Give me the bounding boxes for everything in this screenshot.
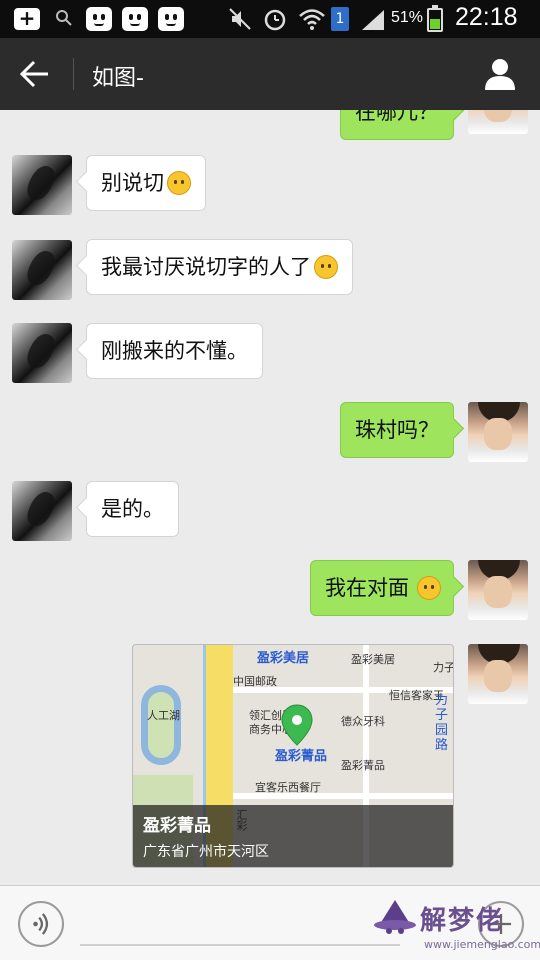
map-label: 中国邮政	[233, 675, 277, 688]
message-text: 我在对面	[325, 576, 409, 600]
message-text: 别说切	[101, 171, 164, 195]
location-address: 广东省广州市天河区	[143, 844, 269, 860]
message-bubble[interactable]: 别说切	[86, 155, 206, 211]
battery-percent: 51%	[391, 9, 424, 26]
avatar[interactable]	[468, 402, 528, 462]
avatar[interactable]	[12, 155, 72, 215]
message-bubble[interactable]: 是的。	[86, 481, 179, 537]
message-text: 珠村吗？	[355, 418, 439, 442]
location-message[interactable]: 盈彩美居 盈彩美居 力子 中国邮政 恒信客家王 人工湖 领汇创展 商务中心 德众…	[132, 644, 454, 868]
message-text: 在哪儿？	[355, 110, 439, 124]
robot-face-icon	[158, 7, 184, 31]
avatar[interactable]	[12, 481, 72, 541]
arrow-left-icon[interactable]	[16, 56, 56, 92]
map-lake	[141, 685, 181, 765]
person-icon[interactable]	[482, 56, 518, 92]
message-input[interactable]	[80, 904, 400, 946]
map-label: 盈彩菁品	[341, 759, 385, 772]
map-label: 力子园路	[435, 693, 449, 753]
map-label: 德众牙科	[341, 715, 385, 728]
map-label: 力子	[433, 661, 454, 674]
status-bar: + 1 51% 22:18	[0, 0, 540, 38]
map-label: 人工湖	[147, 709, 180, 722]
add-icon: +	[14, 8, 40, 30]
message-bubble[interactable]: 我在对面	[310, 560, 454, 616]
voice-icon[interactable]	[18, 901, 64, 947]
map-label: 盈彩菁品	[275, 749, 328, 764]
message-bubble[interactable]: 在哪儿？	[340, 110, 454, 140]
message-bubble[interactable]: 刚搬来的不懂。	[86, 323, 263, 379]
avatar[interactable]	[12, 240, 72, 300]
search-icon	[56, 10, 72, 26]
clock: 22:18	[455, 3, 518, 31]
plus-icon[interactable]	[478, 901, 524, 947]
map-label: 盈彩美居	[351, 653, 395, 666]
title-divider	[73, 58, 74, 90]
message-bubble[interactable]: 我最讨厌说切字的人了	[86, 239, 353, 295]
laugh-cry-emoji-icon	[417, 576, 441, 600]
map-label: 宜客乐西餐厅	[255, 781, 321, 794]
wifi-icon	[299, 9, 325, 30]
location-pin-icon	[281, 704, 313, 746]
title-bar: 如图-	[0, 38, 540, 110]
location-info: 盈彩菁品 广东省广州市天河区	[133, 805, 453, 867]
message-text: 是的。	[101, 497, 164, 521]
avatar[interactable]	[468, 560, 528, 620]
message-text: 我最讨厌说切字的人了	[101, 255, 311, 279]
robot-face-icon	[86, 7, 112, 31]
chat-area[interactable]: 在哪儿？ 别说切 我最讨厌说切字的人了 刚搬来的不懂。 珠村吗？ 是的。 我在对…	[0, 110, 540, 885]
avatar[interactable]	[12, 323, 72, 383]
smile-emoji-icon	[314, 255, 338, 279]
signal-icon	[362, 10, 384, 30]
message-bubble[interactable]: 珠村吗？	[340, 402, 454, 458]
avatar[interactable]	[468, 644, 528, 704]
shy-smile-emoji-icon	[167, 171, 191, 195]
sim-icon: 1	[331, 7, 349, 31]
chat-title: 如图-	[92, 66, 144, 91]
message-text: 刚搬来的不懂。	[101, 339, 248, 363]
robot-face-icon	[122, 7, 148, 31]
avatar[interactable]	[468, 110, 528, 134]
input-bar	[0, 885, 540, 960]
mute-icon	[229, 8, 251, 30]
alarm-icon	[264, 9, 286, 31]
battery-icon	[427, 5, 443, 32]
map-label: 盈彩美居	[257, 651, 310, 666]
location-name: 盈彩菁品	[143, 816, 211, 836]
battery-fill	[430, 18, 440, 29]
